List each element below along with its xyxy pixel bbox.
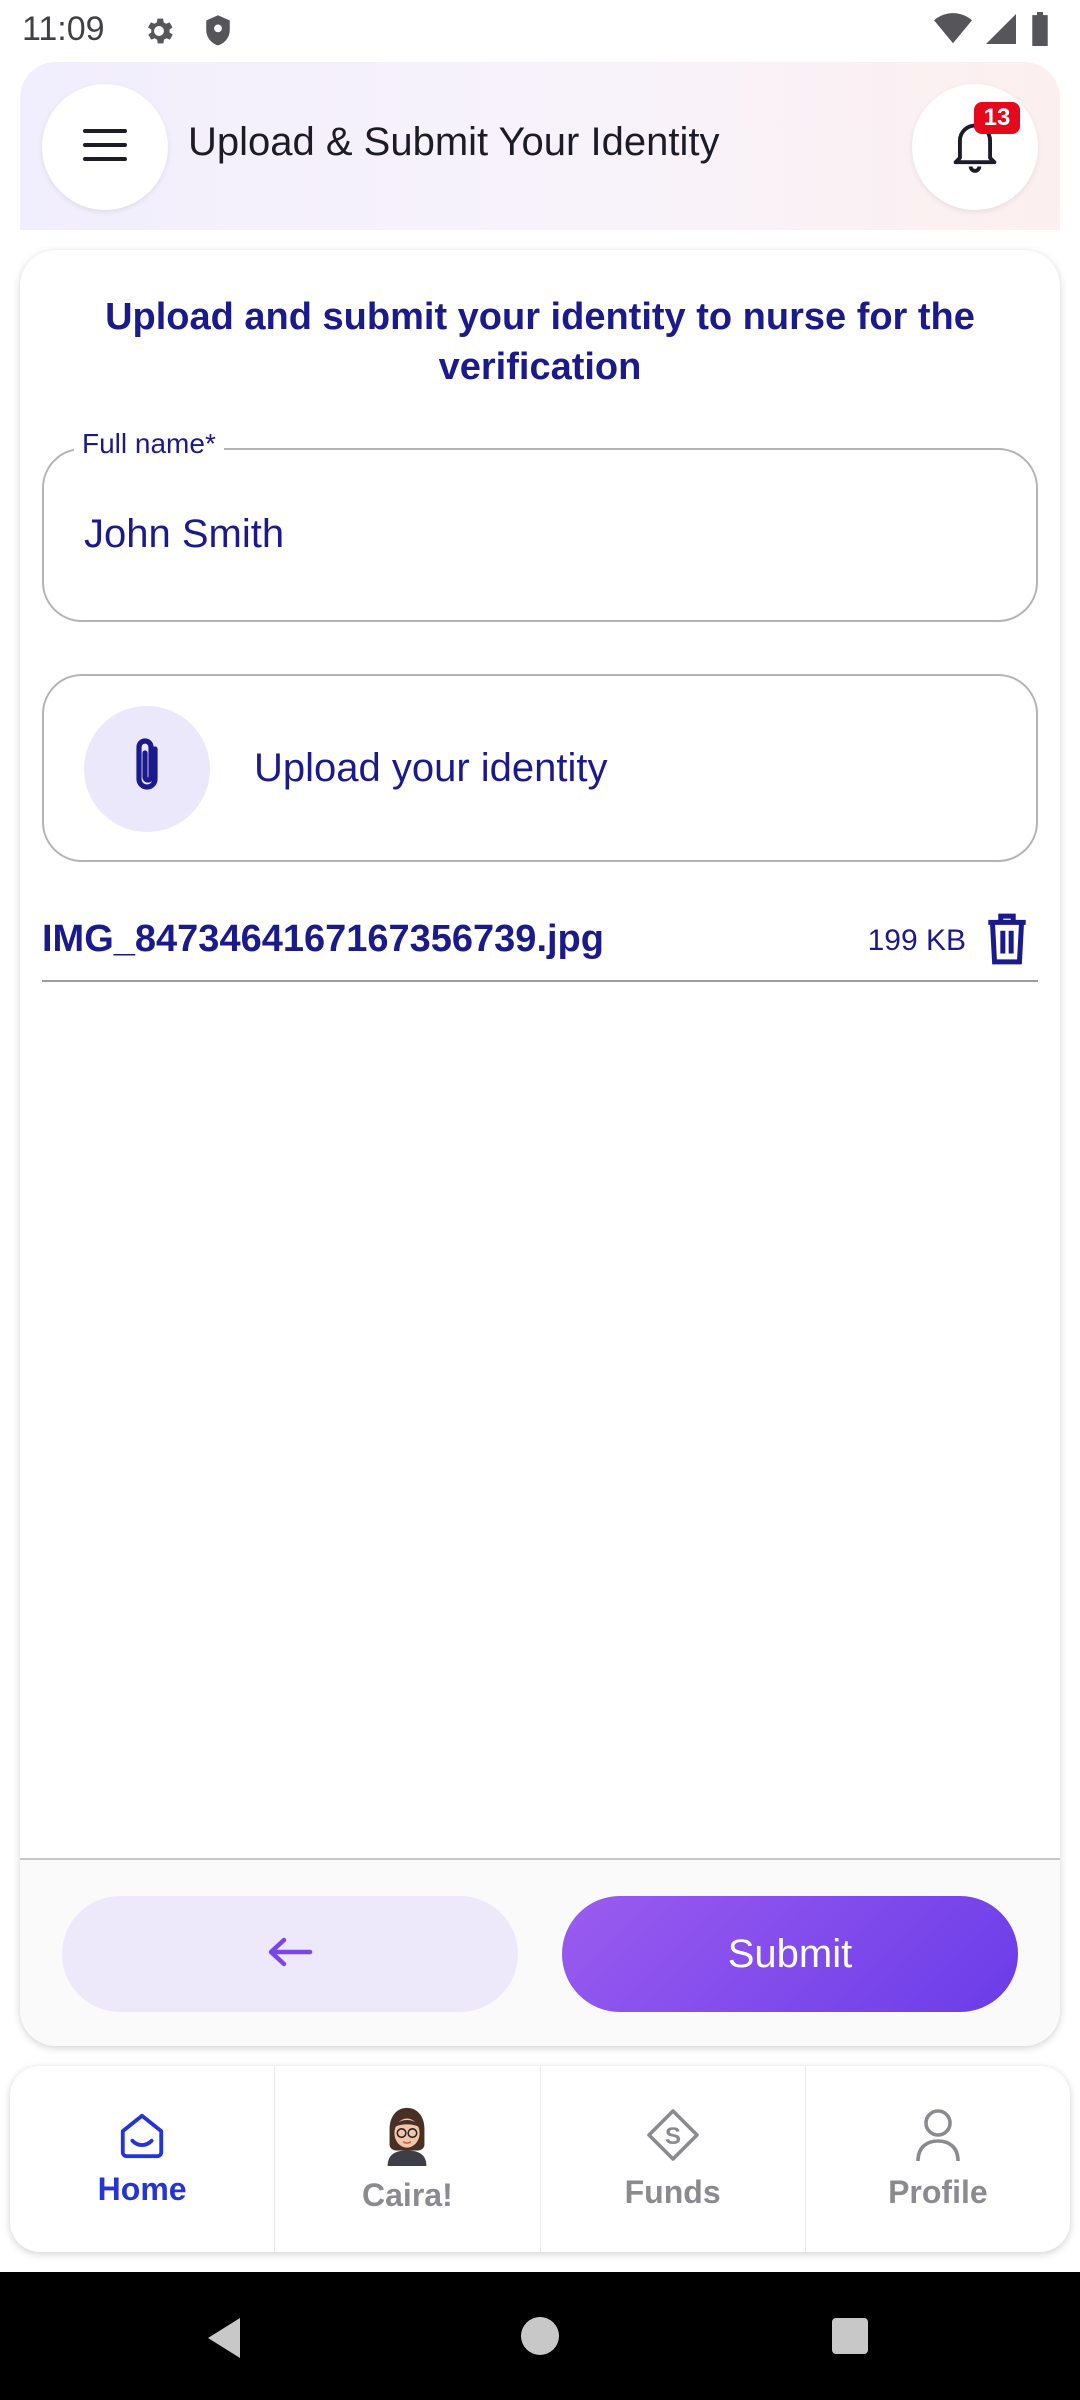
nav-item-caira[interactable]: Caira! <box>274 2066 539 2252</box>
home-circle-icon[interactable] <box>520 2316 560 2361</box>
home-icon <box>117 2110 167 2165</box>
settings-gear-icon <box>142 14 176 53</box>
hamburger-menu-icon <box>81 125 129 170</box>
nav-item-home[interactable]: Home <box>10 2066 274 2252</box>
card-actions: Submit <box>20 1858 1060 2046</box>
full-name-input[interactable]: John Smith <box>84 512 284 557</box>
instruction-heading: Upload and submit your identity to nurse… <box>105 296 975 388</box>
svg-text:S: S <box>665 2123 681 2150</box>
app-header: Upload & Submit Your Identity 13 <box>20 62 1060 230</box>
page-title: Upload & Submit Your Identity <box>188 120 720 164</box>
wifi-icon <box>934 13 972 50</box>
cell-signal-icon <box>986 13 1016 50</box>
notifications-button[interactable]: 13 <box>912 84 1038 210</box>
submit-button[interactable]: Submit <box>562 1896 1018 2012</box>
upload-identity-card: Upload and submit your identity to nurse… <box>20 250 1060 2046</box>
paperclip-icon <box>125 735 169 804</box>
uploaded-file-row: IMG_8473464167167356739.jpg 199 KB <box>42 910 1038 982</box>
file-size: 199 KB <box>867 924 966 957</box>
battery-icon <box>1030 12 1050 51</box>
system-nav-bar <box>0 2272 1080 2400</box>
nav-label-profile: Profile <box>888 2174 988 2210</box>
profile-icon <box>914 2107 962 2168</box>
delete-file-trash-icon[interactable] <box>982 912 1032 971</box>
bottom-nav: Home Caira! S Funds Profile <box>10 2066 1070 2252</box>
funds-icon: S <box>645 2107 701 2168</box>
nav-item-funds[interactable]: S Funds <box>539 2066 805 2252</box>
menu-button[interactable] <box>42 84 168 210</box>
shield-icon <box>202 14 234 53</box>
nav-label-home: Home <box>97 2171 187 2207</box>
upload-identity-button[interactable]: Upload your identity <box>42 674 1038 862</box>
status-time: 11:09 <box>22 10 105 48</box>
nav-label-funds: Funds <box>624 2174 721 2210</box>
full-name-field[interactable]: Full name* John Smith <box>42 428 1038 622</box>
upload-identity-label: Upload your identity <box>254 746 608 790</box>
nav-label-caira: Caira! <box>362 2177 453 2213</box>
back-button[interactable] <box>62 1896 518 2012</box>
status-bar: 11:09 <box>0 0 1080 62</box>
notification-count-badge: 13 <box>974 102 1020 134</box>
full-name-label: Full name* <box>74 428 224 460</box>
nav-item-profile[interactable]: Profile <box>804 2066 1070 2252</box>
status-indicators <box>934 12 1050 51</box>
attachment-icon-circle <box>84 706 210 832</box>
arrow-left-icon <box>266 1936 314 1973</box>
file-name: IMG_8473464167167356739.jpg <box>42 918 604 960</box>
recents-square-icon[interactable] <box>830 2316 870 2361</box>
caira-avatar <box>381 2104 433 2171</box>
back-triangle-icon[interactable] <box>204 2316 244 2365</box>
